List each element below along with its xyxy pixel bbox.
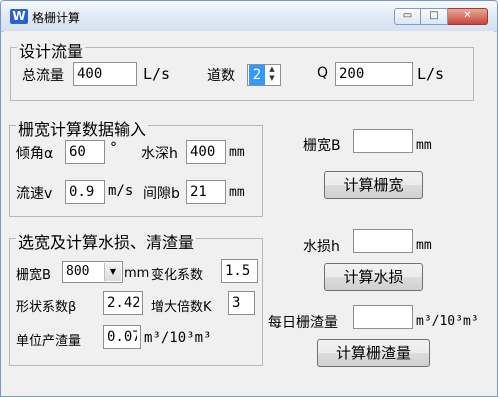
slag-label: 单位产渣量 [16, 334, 82, 349]
velocity-unit: m/s [108, 183, 134, 199]
loss-result-input[interactable] [353, 229, 413, 253]
screen-input-group: 栅宽计算数据输入 倾角α ° 水深h mm 流速v m/s 间隙b mm [9, 116, 263, 217]
velocity-label: 流速v [16, 186, 53, 202]
shape-label: 形状系数β [16, 300, 77, 315]
loss-input-legend: 选宽及计算水损、清渣量 [16, 229, 197, 253]
gap-unit: mm [229, 185, 245, 200]
title-bar[interactable]: W 格栅计算 ▭ □ ✕ [1, 1, 497, 32]
slag-result-unit: m³/10³m³ [416, 314, 479, 329]
spinner-down-icon[interactable]: ▼ [265, 74, 279, 83]
depth-unit: mm [229, 145, 245, 160]
close-button[interactable]: ✕ [448, 8, 488, 25]
gap-input[interactable] [186, 180, 226, 204]
chevron-down-icon[interactable]: ▼ [104, 263, 121, 281]
select-width-label: 栅宽B [16, 268, 51, 283]
depth-input[interactable] [186, 140, 226, 164]
channels-spinner[interactable]: 2 ▲ ▼ [247, 64, 281, 86]
maximize-button[interactable]: □ [421, 8, 448, 25]
angle-label: 倾角α [16, 146, 54, 162]
spinner-up-icon[interactable]: ▲ [265, 65, 279, 74]
gap-label: 间隙b [143, 186, 180, 202]
design-flow-group: 设计流量 总流量 L/s 道数 2 ▲ ▼ Q L/s [10, 38, 474, 101]
shape-input[interactable] [103, 291, 143, 315]
coef-label: 变化系数 [151, 268, 204, 283]
total-flow-input[interactable] [73, 62, 137, 86]
mult-input[interactable] [228, 291, 255, 315]
channels-label: 道数 [207, 68, 235, 84]
angle-input[interactable] [65, 140, 105, 164]
angle-unit: ° [110, 140, 117, 156]
velocity-input[interactable] [65, 180, 105, 204]
width-select[interactable]: 800 ▼ [62, 261, 123, 283]
slag-result-label: 每日栅渣量 [268, 315, 338, 331]
minimize-button[interactable]: ▭ [394, 8, 421, 25]
screen-input-legend: 栅宽计算数据输入 [16, 116, 149, 140]
coef-input[interactable] [221, 259, 258, 283]
width-result-input[interactable] [353, 129, 413, 153]
total-flow-unit: L/s [143, 65, 171, 83]
client-area: 设计流量 总流量 L/s 道数 2 ▲ ▼ Q L/s 栅宽计算数据输入 倾角α… [4, 31, 494, 393]
width-result-unit: mm [416, 138, 432, 153]
channels-value[interactable]: 2 [249, 65, 265, 85]
window-title: 格栅计算 [32, 11, 81, 25]
slag-unit: m³/10³m³ [144, 330, 212, 346]
app-icon: W [10, 9, 28, 24]
depth-label: 水深h [141, 146, 178, 162]
slag-input[interactable] [103, 325, 141, 349]
app-window: W 格栅计算 ▭ □ ✕ 设计流量 总流量 L/s 道数 2 ▲ ▼ Q L/s… [0, 0, 498, 397]
mult-label: 增大倍数K [151, 300, 212, 315]
loss-result-unit: mm [416, 238, 432, 253]
q-label: Q [317, 65, 329, 81]
loss-result-label: 水损h [303, 239, 340, 255]
calc-width-button[interactable]: 计算栅宽 [324, 171, 423, 199]
q-input[interactable] [335, 62, 413, 86]
design-flow-legend: 设计流量 [17, 38, 86, 62]
width-select-value: 800 [66, 264, 90, 279]
loss-input-group: 选宽及计算水损、清渣量 栅宽B 800 ▼ mm 变化系数 形状系数β 增大倍数… [9, 229, 263, 366]
slag-result-input[interactable] [353, 305, 413, 329]
total-flow-label: 总流量 [22, 68, 64, 84]
width-result-label: 栅宽B [303, 138, 341, 154]
q-unit: L/s [417, 65, 445, 83]
calc-loss-button[interactable]: 计算水损 [324, 263, 423, 291]
select-width-unit: mm [124, 266, 150, 281]
calc-slag-button[interactable]: 计算栅渣量 [317, 339, 430, 367]
